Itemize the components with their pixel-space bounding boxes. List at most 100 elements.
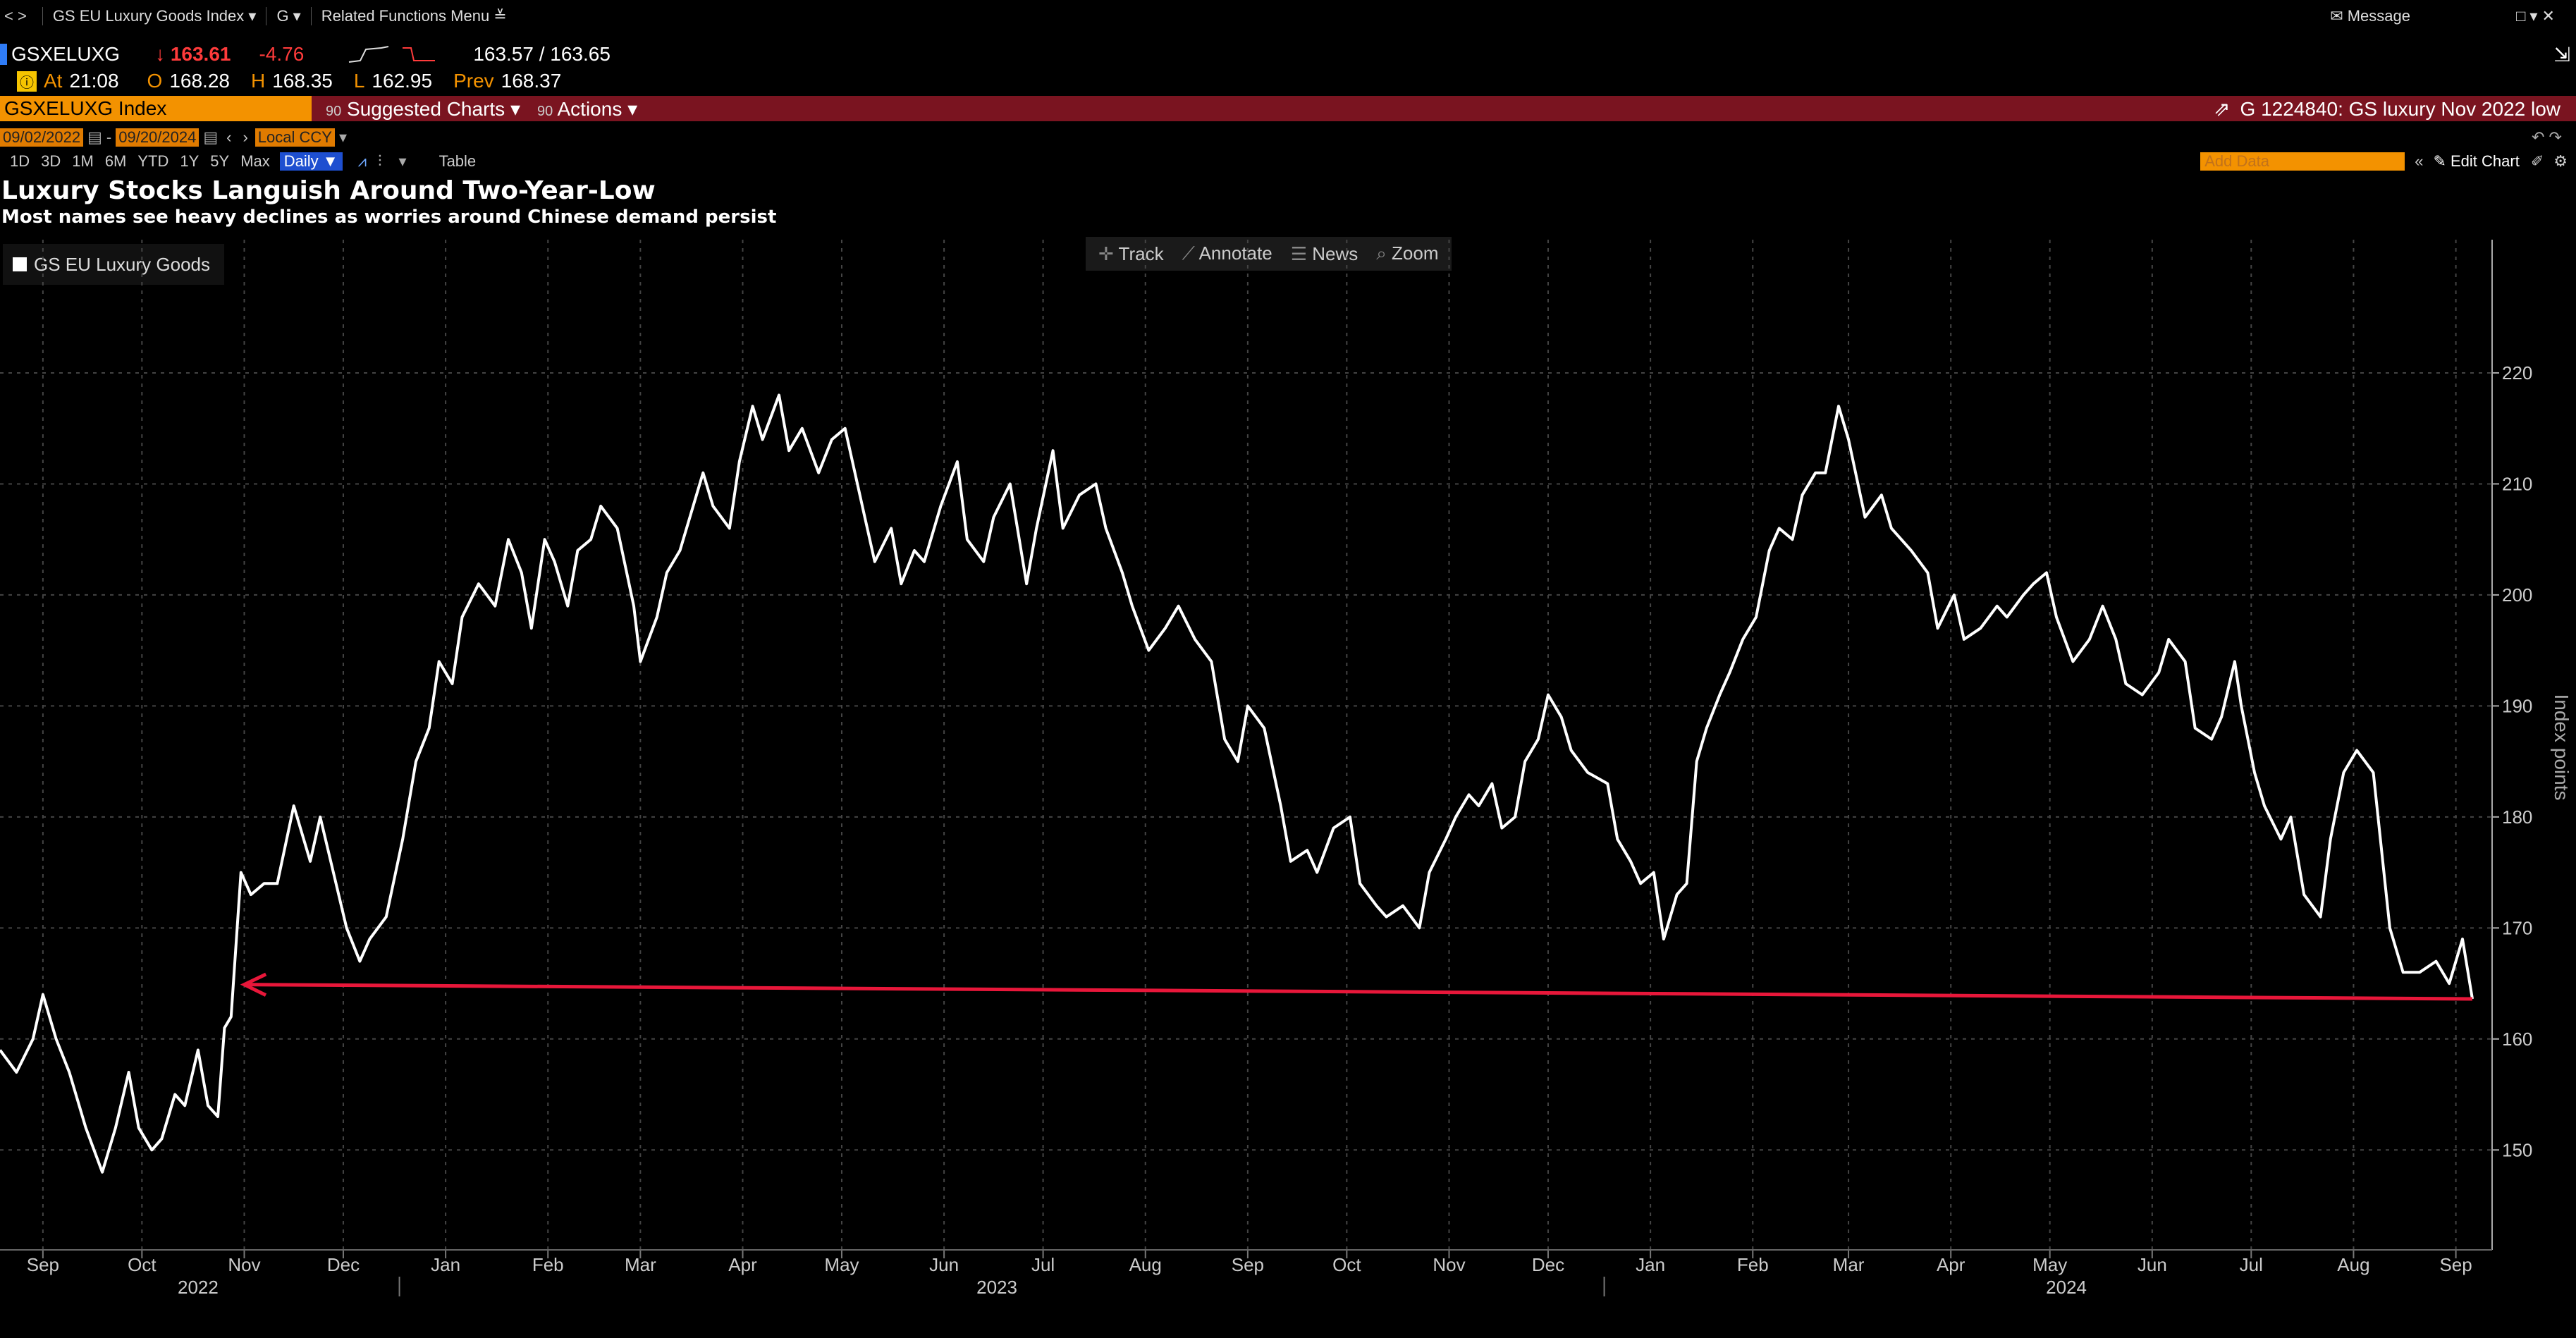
- news-icon: ☰: [1290, 243, 1313, 264]
- function-icon: 90: [537, 103, 553, 119]
- line-chart-icon[interactable]: ⩘: [358, 152, 367, 171]
- calendar-icon[interactable]: ▤: [203, 128, 218, 147]
- year-label: 2024: [2046, 1277, 2087, 1298]
- g-menu[interactable]: G ▾: [276, 7, 300, 25]
- external-link-icon[interactable]: ⇲: [2554, 43, 2570, 66]
- x-tick-label: Nov: [1433, 1254, 1465, 1275]
- period-1y[interactable]: 1Y: [180, 152, 199, 171]
- year-label: 2022: [178, 1277, 219, 1298]
- x-tick-label: Jul: [2240, 1254, 2263, 1275]
- start-date-input[interactable]: 09/02/2022: [0, 128, 84, 147]
- sparkline-icon: [349, 46, 436, 63]
- period-1d[interactable]: 1D: [10, 152, 30, 171]
- x-tick-label: Sep: [1232, 1254, 1264, 1275]
- command-bar: GSXELUXG Index 90 Suggested Charts ▾ 90 …: [0, 96, 2576, 121]
- divider: [42, 7, 43, 25]
- window-controls-icon[interactable]: □ ▾ ✕: [2516, 7, 2555, 25]
- x-tick-label: Sep: [27, 1254, 59, 1275]
- undo-redo-icon[interactable]: ↶ ↷: [2532, 128, 2562, 147]
- x-tick-label: Nov: [228, 1254, 260, 1275]
- nav-arrows-icon[interactable]: < >: [4, 7, 27, 25]
- y-tick-label: 150: [2502, 1139, 2532, 1160]
- x-tick-label: Aug: [1129, 1254, 1162, 1275]
- next-period-icon[interactable]: ›: [243, 128, 247, 147]
- pencil-icon: ✎: [2433, 152, 2451, 170]
- suggested-charts-label: Suggested Charts ▾: [347, 97, 521, 120]
- y-tick-label: 170: [2502, 917, 2532, 938]
- high-value: 168.35: [272, 70, 333, 92]
- zoom-tool[interactable]: ⌕ Zoom: [1376, 243, 1438, 265]
- annotate-tool[interactable]: ⟋ Annotate: [1182, 243, 1272, 265]
- security-menu[interactable]: GS EU Luxury Goods Index ▾: [53, 7, 257, 25]
- annotations: [240, 972, 2473, 1001]
- divider: [310, 7, 312, 25]
- message-button[interactable]: ✉ Message: [2330, 7, 2410, 25]
- edit-chart-label: Edit Chart: [2451, 152, 2520, 170]
- frequency-select[interactable]: Daily ▼: [279, 152, 343, 171]
- add-data-input[interactable]: Add Data: [2200, 152, 2405, 171]
- x-tick-label: Oct: [128, 1254, 157, 1275]
- series-line: [0, 393, 2474, 1174]
- x-tick-label: Jan: [431, 1254, 460, 1275]
- x-tick-label: Mar: [625, 1254, 656, 1275]
- x-tick-label: Feb: [532, 1254, 564, 1275]
- magnifier-icon: ⌕: [1376, 243, 1392, 264]
- prev-period-icon[interactable]: ‹: [226, 128, 231, 147]
- quote-detail-row: ⓘ At 21:08 O 168.28 H 168.35 L 162.95 Pr…: [0, 66, 2576, 96]
- y-axis: 150 160 170 180 190 200 210 220: [2491, 240, 2532, 1250]
- period-ytd[interactable]: YTD: [137, 152, 168, 171]
- chart-tools: ✛ Track ⟋ Annotate ☰ News ⌕ Zoom: [1086, 237, 1452, 271]
- end-date-input[interactable]: 09/20/2024: [116, 128, 200, 147]
- x-tick-label: May: [824, 1254, 859, 1275]
- news-tool[interactable]: ☰ News: [1291, 243, 1358, 265]
- low-label: L: [353, 70, 365, 92]
- bid-ask: 163.57 / 163.65: [473, 43, 611, 65]
- table-button[interactable]: Table: [439, 152, 477, 171]
- chart-grid: [0, 240, 2492, 1250]
- currency-select[interactable]: Local CCY: [254, 128, 335, 147]
- ticker-marker: [0, 44, 7, 65]
- zoom-label: Zoom: [1392, 243, 1439, 264]
- track-tool[interactable]: ✛ Track: [1098, 243, 1164, 265]
- x-tick-label: Jun: [929, 1254, 959, 1275]
- open-label: O: [147, 70, 163, 92]
- period-3d[interactable]: 3D: [41, 152, 61, 171]
- period-max[interactable]: Max: [240, 152, 270, 171]
- chart-note-link[interactable]: ⇗ G 1224840: GS luxury Nov 2022 low: [2214, 97, 2560, 121]
- gear-icon[interactable]: ⚙: [2553, 152, 2568, 171]
- legend-swatch: [13, 257, 27, 271]
- dash: -: [106, 128, 112, 146]
- ticker: GSXELUXG: [11, 43, 121, 65]
- y-tick-label: 160: [2502, 1029, 2532, 1050]
- edit-chart-button[interactable]: ✎ Edit Chart: [2433, 152, 2519, 171]
- bar-chart-icon[interactable]: ⫶: [378, 152, 382, 171]
- quote-row: GSXELUXG ↓ 163.61 -4.76 163.57 / 163.65 …: [0, 39, 2576, 69]
- related-functions-menu[interactable]: Related Functions Menu ≚: [321, 7, 507, 25]
- period-1m[interactable]: 1M: [72, 152, 94, 171]
- suggested-charts-button[interactable]: 90 Suggested Charts ▾: [326, 97, 520, 121]
- collapse-icon[interactable]: «: [2415, 152, 2423, 171]
- external-link-icon: ⇗: [2214, 97, 2231, 120]
- period-5y[interactable]: 5Y: [210, 152, 229, 171]
- dropdown-icon[interactable]: ▾: [339, 128, 347, 147]
- y-tick-label: 220: [2502, 362, 2532, 383]
- open-value: 168.28: [169, 70, 230, 92]
- at-label: At: [44, 70, 63, 92]
- live-icon: ⓘ: [17, 70, 37, 92]
- high-label: H: [250, 70, 266, 92]
- period-6m[interactable]: 6M: [105, 152, 127, 171]
- calendar-icon[interactable]: ▤: [87, 128, 102, 147]
- x-tick-label: Jan: [1636, 1254, 1665, 1275]
- message-label: Message: [2347, 7, 2410, 25]
- draw-icon[interactable]: ✐: [2531, 152, 2544, 171]
- x-tick-label: Feb: [1737, 1254, 1769, 1275]
- prev-value: 168.37: [501, 70, 562, 92]
- actions-button[interactable]: 90 Actions ▾: [537, 97, 637, 121]
- news-label: News: [1312, 243, 1358, 264]
- dropdown-icon[interactable]: ▾: [399, 152, 407, 171]
- chart-subtitle: Most names see heavy declines as worries…: [1, 207, 777, 228]
- track-label: Track: [1118, 243, 1164, 264]
- index-field[interactable]: GSXELUXG Index: [0, 96, 312, 121]
- chart-note-label: G 1224840: GS luxury Nov 2022 low: [2240, 97, 2560, 120]
- chart-legend[interactable]: GS EU Luxury Goods: [3, 244, 224, 285]
